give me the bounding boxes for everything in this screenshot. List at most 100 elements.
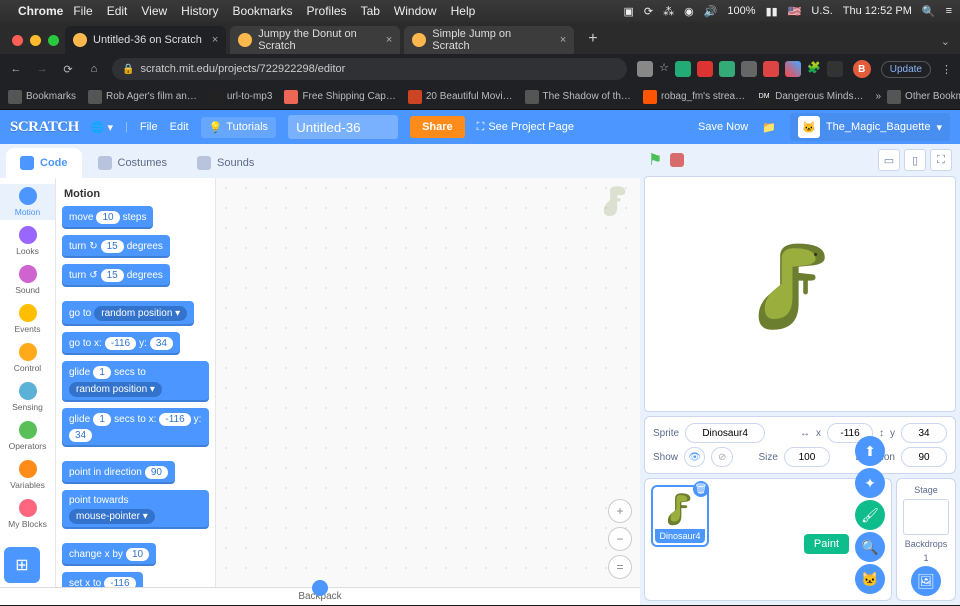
mac-menu[interactable]: Edit: [107, 4, 128, 18]
new-tab-button[interactable]: +: [578, 30, 607, 54]
save-now-link[interactable]: Save Now: [698, 121, 748, 133]
stage-selector[interactable]: Stage Backdrops 1 🖼: [896, 478, 956, 601]
zoom-out-button[interactable]: −: [608, 527, 632, 551]
mac-menu[interactable]: Bookmarks: [233, 4, 293, 18]
block-glide-to-xy[interactable]: glide1secs to x:-116y:34: [62, 408, 209, 447]
bookmark-overflow-icon[interactable]: »: [875, 91, 881, 102]
chrome-menu-icon[interactable]: ⋮: [941, 63, 952, 76]
mac-menu[interactable]: Window: [394, 4, 437, 18]
tab-costumes[interactable]: Costumes: [84, 148, 182, 178]
close-tab-icon[interactable]: ×: [560, 34, 566, 46]
address-bar[interactable]: 🔒 scratch.mit.edu/projects/722922298/edi…: [112, 58, 627, 80]
ext-icon[interactable]: [697, 61, 713, 77]
category-variables[interactable]: Variables: [0, 457, 55, 493]
video-icon[interactable]: ▣: [623, 5, 633, 18]
mac-menu[interactable]: View: [141, 4, 167, 18]
add-extension-button[interactable]: ⊞: [4, 547, 40, 583]
category-motion[interactable]: Motion: [0, 184, 55, 220]
mac-menu[interactable]: Profiles: [307, 4, 347, 18]
category-control[interactable]: Control: [0, 340, 55, 376]
sprite-on-stage[interactable]: [754, 238, 834, 341]
sprite-size-input[interactable]: [784, 447, 830, 467]
bookmark-item[interactable]: Free Shipping Cap…: [284, 90, 395, 104]
category-looks[interactable]: Looks: [0, 223, 55, 259]
sprite-card[interactable]: 🗑 Dinosaur4: [651, 485, 709, 547]
tab-overflow-icon[interactable]: ⌄: [931, 35, 960, 54]
bluetooth-icon[interactable]: ⁂: [663, 5, 674, 18]
input-flag[interactable]: 🇺🇸: [788, 5, 802, 18]
bookmark-item[interactable]: 20 Beautiful Movi…: [408, 90, 513, 104]
surprise-sprite-button[interactable]: ✦: [855, 468, 885, 498]
ext-icon[interactable]: [741, 61, 757, 77]
volume-icon[interactable]: 🔊: [704, 5, 718, 18]
ext-icon[interactable]: [719, 61, 735, 77]
profile-avatar[interactable]: B: [853, 60, 871, 78]
category-sensing[interactable]: Sensing: [0, 379, 55, 415]
backpack-handle-icon[interactable]: [312, 580, 328, 596]
block-turn-cw[interactable]: turn↻15degrees: [62, 235, 170, 258]
mac-menu[interactable]: History: [181, 4, 218, 18]
block-glide-to[interactable]: glide1secs torandom position ▾: [62, 361, 209, 402]
close-tab-icon[interactable]: ×: [386, 34, 392, 46]
tab-sounds[interactable]: Sounds: [183, 148, 268, 178]
sprite-name-input[interactable]: [685, 423, 765, 443]
backpack-panel[interactable]: Backpack: [0, 587, 640, 605]
bookmark-folder[interactable]: Bookmarks: [8, 90, 76, 104]
add-sprite-button[interactable]: 🐱: [855, 564, 885, 594]
edit-menu[interactable]: Edit: [170, 121, 189, 133]
ext-icon[interactable]: [827, 61, 843, 77]
block-point-direction[interactable]: point in direction90: [62, 461, 175, 484]
close-tab-icon[interactable]: ×: [212, 34, 218, 46]
file-menu[interactable]: File: [140, 121, 158, 133]
mac-menu[interactable]: File: [73, 4, 92, 18]
stop-button[interactable]: [670, 153, 684, 167]
zoom-in-button[interactable]: +: [608, 499, 632, 523]
star-icon[interactable]: ☆: [659, 61, 669, 77]
search-sprite-button[interactable]: 🔍: [855, 532, 885, 562]
user-menu[interactable]: 🐱 The_Magic_Baguette ▾: [790, 113, 950, 141]
block-turn-ccw[interactable]: turn↺15degrees: [62, 264, 170, 287]
upload-sprite-button[interactable]: ⬆: [855, 436, 885, 466]
category-operators[interactable]: Operators: [0, 418, 55, 454]
wifi-icon[interactable]: ◉: [684, 5, 694, 18]
browser-tab[interactable]: Simple Jump on Scratch×: [404, 26, 574, 54]
delete-sprite-button[interactable]: 🗑: [693, 481, 709, 497]
language-menu[interactable]: 🌐 ▾: [91, 121, 113, 134]
tab-code[interactable]: Code: [6, 148, 82, 178]
sprite-y-input[interactable]: [901, 423, 947, 443]
sprite-direction-input[interactable]: [901, 447, 947, 467]
tutorials-button[interactable]: 💡Tutorials: [201, 117, 276, 138]
category-events[interactable]: Events: [0, 301, 55, 337]
minimize-window-button[interactable]: [30, 35, 41, 46]
block-change-x[interactable]: change x by10: [62, 543, 156, 566]
show-sprite-button[interactable]: 👁: [684, 447, 705, 467]
block-move-steps[interactable]: move10steps: [62, 206, 153, 229]
ext-icon[interactable]: [763, 61, 779, 77]
sync-icon[interactable]: ⟳: [644, 5, 653, 18]
other-bookmarks-folder[interactable]: Other Bookmarks: [887, 90, 960, 104]
bookmark-item[interactable]: Rob Ager's film an…: [88, 90, 197, 104]
green-flag-button[interactable]: ⚑: [648, 150, 662, 170]
bookmark-item[interactable]: robag_fm's strea…: [643, 90, 745, 104]
fullscreen-button[interactable]: ⛶: [930, 149, 952, 171]
forward-button[interactable]: →: [34, 63, 50, 75]
update-button[interactable]: Update: [881, 61, 931, 78]
block-set-x[interactable]: set x to-116: [62, 572, 143, 587]
scratch-logo[interactable]: SCRATCH: [10, 119, 79, 136]
project-title-input[interactable]: [288, 115, 398, 139]
reload-button[interactable]: ⟳: [60, 63, 76, 76]
browser-tab[interactable]: Untitled-36 on Scratch×: [65, 26, 226, 54]
category-sound[interactable]: Sound: [0, 262, 55, 298]
block-point-towards[interactable]: point towardsmouse-pointer ▾: [62, 490, 209, 529]
battery-icon[interactable]: ▮▮: [766, 5, 778, 18]
clock[interactable]: Thu 12:52 PM: [843, 5, 912, 17]
ext-icon[interactable]: [637, 61, 653, 77]
scripts-canvas[interactable]: + − =: [216, 178, 640, 587]
extensions-menu-icon[interactable]: 🧩: [807, 61, 821, 77]
block-go-to[interactable]: go torandom position ▾: [62, 301, 194, 326]
browser-tab[interactable]: Jumpy the Donut on Scratch×: [230, 26, 400, 54]
small-stage-button[interactable]: ▭: [878, 149, 900, 171]
mac-menu[interactable]: Tab: [361, 4, 380, 18]
mac-menu[interactable]: Help: [451, 4, 476, 18]
block-go-to-xy[interactable]: go to x:-116y:34: [62, 332, 180, 355]
